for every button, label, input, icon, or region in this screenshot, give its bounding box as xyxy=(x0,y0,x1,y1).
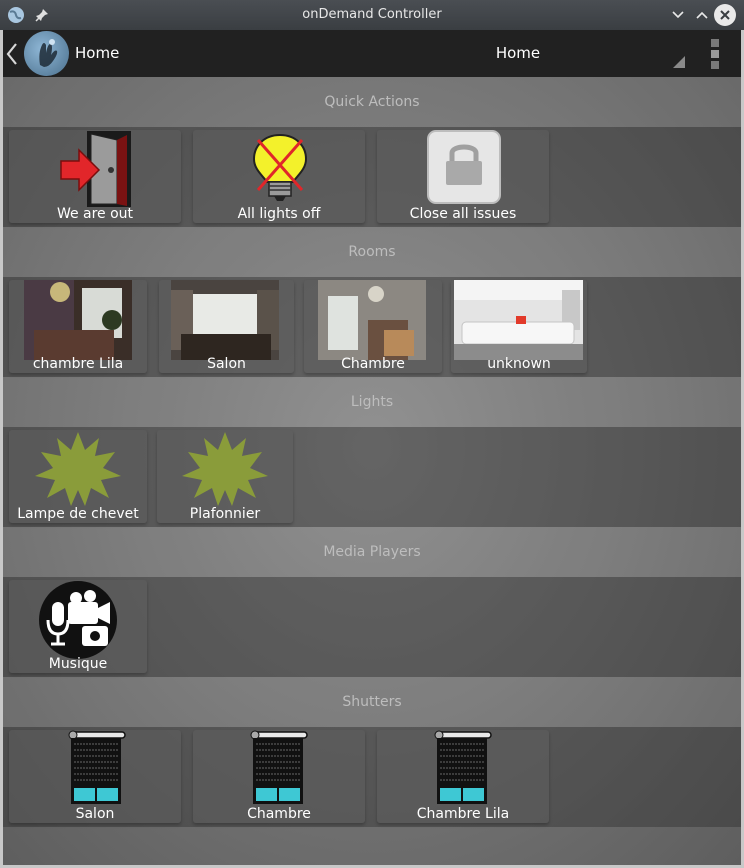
section-header-shutters: Shutters xyxy=(3,677,741,727)
room-label: unknown xyxy=(487,356,551,372)
room-label: Chambre xyxy=(341,356,405,372)
bulb-off-icon xyxy=(252,133,308,201)
light-star-icon xyxy=(35,432,121,506)
media-camera-mic-icon xyxy=(39,581,117,659)
section-header-media-players: Media Players xyxy=(3,527,741,577)
overflow-menu-icon[interactable] xyxy=(710,39,720,69)
close-icon[interactable] xyxy=(714,4,736,26)
light-star-icon xyxy=(182,432,268,506)
window-title: onDemand Controller xyxy=(302,7,442,22)
shutter-label: Chambre xyxy=(247,806,311,822)
media-player-label: Musique xyxy=(48,656,108,672)
action-bar: Home Home xyxy=(3,30,741,77)
shutters-row: Salon Chambre Chambre Lila xyxy=(3,727,741,827)
light-plafonnier[interactable]: Plafonnier xyxy=(157,430,293,523)
shutter-label: Chambre Lila xyxy=(416,806,510,822)
lights-row: Lampe de chevet Plafonnier xyxy=(3,427,741,527)
quick-action-label: All lights off xyxy=(237,206,321,222)
media-player-musique[interactable]: Musique xyxy=(9,580,147,673)
section-header-rooms: Rooms xyxy=(3,227,741,277)
quick-action-label: Close all issues xyxy=(409,206,517,222)
lock-icon xyxy=(427,130,501,204)
back-chevron-icon[interactable] xyxy=(5,42,19,66)
room-label: Salon xyxy=(207,356,246,372)
appbar-title[interactable]: Home xyxy=(75,44,119,62)
shutter-label: Salon xyxy=(75,806,115,822)
light-label: Plafonnier xyxy=(189,506,261,522)
quick-actions-row: We are out All lights off Close all issu… xyxy=(3,127,741,227)
light-lampe-de-chevet[interactable]: Lampe de chevet xyxy=(9,430,147,523)
shutter-chambre[interactable]: Chambre xyxy=(193,730,365,823)
room-chambre-lila[interactable]: chambre Lila xyxy=(9,280,147,373)
quick-action-all-lights-off[interactable]: All lights off xyxy=(193,130,365,223)
shutter-icon xyxy=(68,730,126,804)
shutter-salon[interactable]: Salon xyxy=(9,730,181,823)
app-content: Home Home Quick Actions We are out All l… xyxy=(3,30,741,865)
room-photo xyxy=(318,280,426,360)
media-players-row: Musique xyxy=(3,577,741,677)
light-label: Lampe de chevet xyxy=(17,506,139,522)
minimize-icon[interactable] xyxy=(668,5,688,25)
window-titlebar: onDemand Controller xyxy=(0,0,744,30)
quick-action-we-are-out[interactable]: We are out xyxy=(9,130,181,223)
room-photo xyxy=(24,280,132,360)
section-header-lights: Lights xyxy=(3,377,741,427)
room-label: chambre Lila xyxy=(32,356,124,372)
shutter-icon xyxy=(250,730,308,804)
spinner-dropdown-icon[interactable] xyxy=(673,56,685,68)
page-spinner[interactable]: Home xyxy=(473,44,563,62)
room-chambre[interactable]: Chambre xyxy=(304,280,442,373)
room-salon[interactable]: Salon xyxy=(159,280,294,373)
shutter-chambre-lila[interactable]: Chambre Lila xyxy=(377,730,549,823)
quick-action-close-all-issues[interactable]: Close all issues xyxy=(377,130,549,223)
room-unknown[interactable]: unknown xyxy=(451,280,587,373)
exit-door-icon xyxy=(60,131,131,207)
shutter-icon xyxy=(434,730,492,804)
room-photo xyxy=(171,280,279,360)
room-photo xyxy=(454,280,583,360)
section-header-quick-actions: Quick Actions xyxy=(3,77,741,127)
app-logo-hand-icon[interactable] xyxy=(24,31,69,76)
quick-action-label: We are out xyxy=(56,206,134,222)
rooms-row: chambre Lila Salon Chambre unknown xyxy=(3,277,741,377)
maximize-icon[interactable] xyxy=(692,5,712,25)
